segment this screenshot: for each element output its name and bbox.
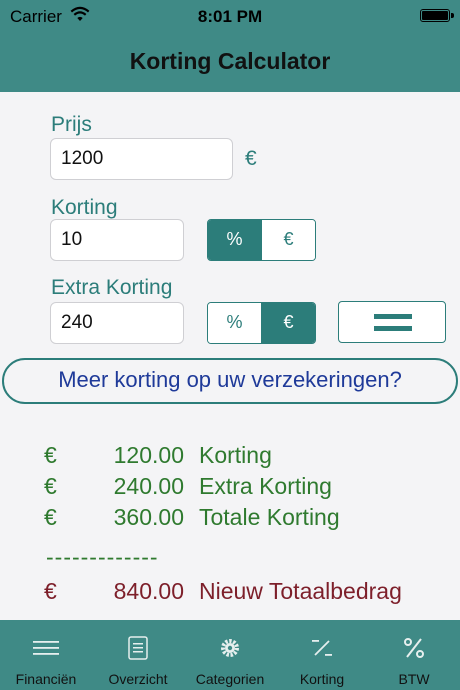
tab-label: Categorien: [195, 671, 265, 687]
result-row-korting: € 120.00 Korting: [0, 442, 460, 472]
tab-btw[interactable]: BTW: [368, 620, 460, 690]
extra-korting-input[interactable]: 240: [50, 302, 184, 344]
korting-percent-option[interactable]: %: [208, 220, 261, 260]
tab-financien[interactable]: Financiën: [0, 620, 92, 690]
percent-icon: [404, 638, 424, 658]
result-row-extra-korting: € 240.00 Extra Korting: [0, 473, 460, 503]
result-amount: 360.00: [113, 504, 184, 530]
result-amount: 120.00: [113, 442, 184, 468]
tab-categorien[interactable]: Categorien: [184, 620, 276, 690]
result-currency: €: [44, 442, 57, 468]
korting-label: Korting: [51, 196, 118, 219]
korting-unit-toggle: % €: [207, 219, 316, 261]
tab-overzicht[interactable]: Overzicht: [92, 620, 184, 690]
tab-korting[interactable]: Korting: [276, 620, 368, 690]
result-label: Korting: [199, 442, 272, 468]
calculate-button[interactable]: [338, 301, 446, 343]
results-divider: -------------: [46, 544, 159, 570]
result-label: Totale Korting: [199, 504, 340, 530]
korting-input[interactable]: 10: [50, 219, 184, 261]
total-amount: 840.00: [113, 578, 184, 604]
gear-icon: [221, 639, 239, 657]
extra-korting-percent-option[interactable]: %: [208, 303, 261, 343]
insurance-promo-button[interactable]: Meer korting op uw verzekeringen?: [2, 358, 458, 404]
extra-korting-euro-option[interactable]: €: [261, 303, 315, 343]
result-row-totale-korting: € 360.00 Totale Korting: [0, 504, 460, 534]
result-row-nieuw-totaalbedrag: € 840.00 Nieuw Totaalbedrag: [0, 578, 460, 608]
tab-label: BTW: [398, 671, 430, 687]
hamburger-icon: [33, 641, 59, 655]
extra-korting-label: Extra Korting: [51, 276, 173, 299]
page-title: Korting Calculator: [129, 48, 331, 74]
discount-icon: [312, 640, 332, 656]
total-currency: €: [44, 578, 57, 604]
result-currency: €: [44, 473, 57, 499]
prijs-input[interactable]: 1200: [50, 138, 233, 180]
tab-label: Financiën: [15, 671, 77, 687]
prijs-label: Prijs: [51, 113, 92, 136]
tab-label: Overzicht: [108, 671, 168, 687]
extra-korting-unit-toggle: % €: [207, 302, 316, 344]
korting-euro-option[interactable]: €: [261, 220, 315, 260]
tab-bar: Financiën Overzicht Categorien Korting B…: [0, 620, 460, 690]
clock: 8:01 PM: [197, 7, 263, 26]
navigation-bar: Korting Calculator: [0, 34, 460, 92]
status-bar: Carrier 8:01 PM: [0, 0, 460, 34]
tab-label: Korting: [299, 671, 345, 687]
result-amount: 240.00: [113, 473, 184, 499]
result-currency: €: [44, 504, 57, 530]
total-label: Nieuw Totaalbedrag: [199, 578, 402, 604]
battery-icon: [420, 9, 454, 22]
result-label: Extra Korting: [199, 473, 332, 499]
list-icon: [128, 636, 148, 660]
prijs-currency-unit: €: [245, 147, 257, 170]
